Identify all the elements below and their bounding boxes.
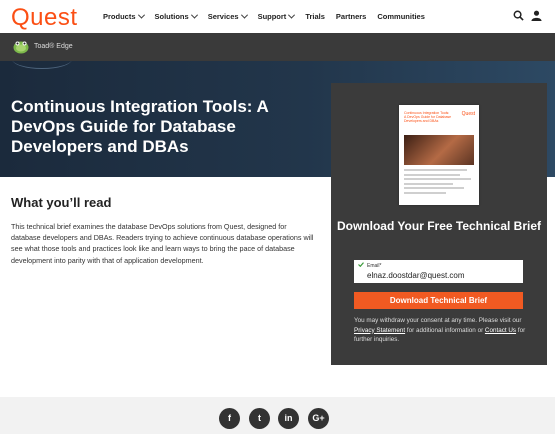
user-icon[interactable] [531,10,542,21]
facebook-icon[interactable]: f [219,408,240,429]
chevron-down-icon [137,11,145,19]
cover-photo [404,135,474,165]
description-text: This technical brief examines the databa… [11,222,314,265]
toad-icon [13,41,29,54]
chevron-down-icon [240,11,248,19]
chevron-down-icon [288,11,296,19]
page-title: Continuous Integration Tools: A DevOps G… [11,97,269,156]
nav-services[interactable]: Services [208,11,248,21]
check-icon [358,262,364,267]
email-field[interactable]: Email* elnaz.doostdar@quest.com [354,260,523,283]
nav-support[interactable]: Support [258,11,296,21]
nav-communities[interactable]: Communities [377,12,425,21]
email-label: Email* [367,263,382,269]
main-nav: Products Solutions Services Support Tria… [103,11,436,21]
cover-logo: Quest [461,111,475,117]
top-nav: Quest Products Solutions Services Suppor… [0,0,555,33]
googleplus-icon[interactable]: G+ [308,408,329,429]
cover-title: Continuous Integration Tools: A DevOps G… [404,111,452,123]
twitter-icon[interactable]: t [249,408,270,429]
download-form-panel: Continuous Integration Tools: A DevOps G… [331,83,547,365]
search-icon[interactable] [513,10,524,21]
consent-text: You may withdraw your consent at any tim… [354,317,526,343]
linkedin-icon[interactable]: in [278,408,299,429]
footer: f t in G+ [0,397,555,434]
nav-trials[interactable]: Trials [305,12,325,21]
privacy-statement-link[interactable]: Privacy Statement [354,327,405,334]
nav-solutions[interactable]: Solutions [155,11,198,21]
download-button[interactable]: Download Technical Brief [354,292,523,309]
nav-products[interactable]: Products [103,11,145,21]
brief-cover-image: Continuous Integration Tools: A DevOps G… [399,105,479,205]
chevron-down-icon [190,11,198,19]
product-name[interactable]: Toad® Edge [34,43,73,50]
email-value[interactable]: elnaz.doostdar@quest.com [367,271,465,280]
contact-us-link[interactable]: Contact Us [485,327,516,334]
product-bar: Toad® Edge [0,33,555,61]
quest-logo[interactable]: Quest [11,4,78,32]
section-heading: What you’ll read [11,195,112,210]
nav-partners[interactable]: Partners [336,12,366,21]
cover-text-lines [404,169,474,196]
decorative-arc [12,61,72,69]
form-heading: Download Your Free Technical Brief [336,219,542,233]
